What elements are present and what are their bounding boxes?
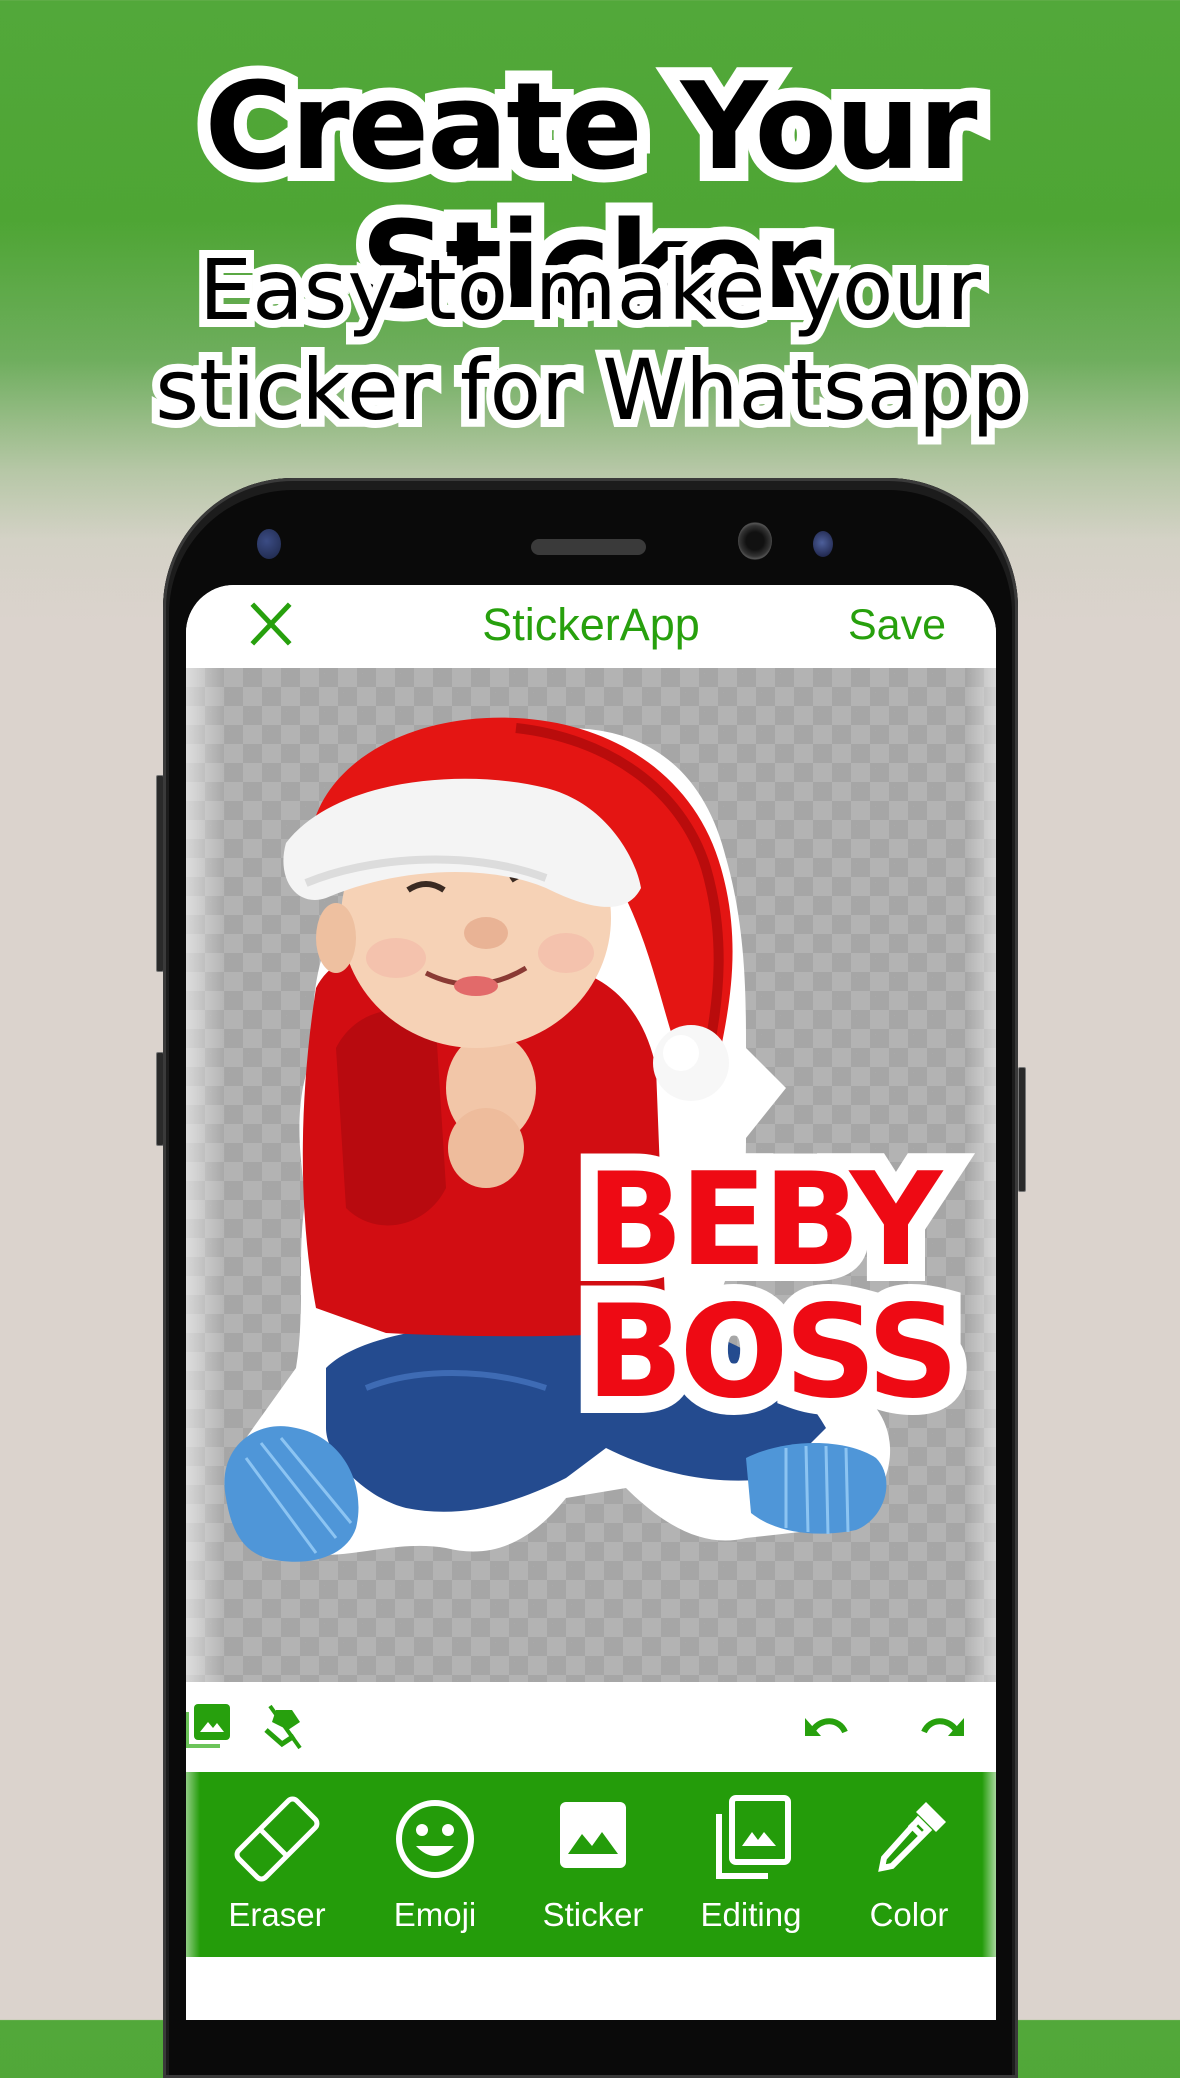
- phone-power-button: [1018, 1067, 1026, 1192]
- layers-off-button[interactable]: [258, 1700, 312, 1754]
- promo-subtitle: Easy to make your sticker for Whatsapp: [0, 233, 1180, 447]
- tool-label: Sticker: [542, 1896, 644, 1933]
- edit-tool-row: [186, 1682, 996, 1772]
- tool-label: Color: [869, 1896, 949, 1933]
- tool-emoji[interactable]: Emoji: [360, 1794, 510, 1944]
- app-screen: StickerApp Save BEBY BOSS Eraser Emoji S…: [186, 585, 996, 2020]
- image-icon: [560, 1802, 626, 1868]
- emoji-icon: [396, 1800, 474, 1878]
- photo-library-icon: [716, 1795, 791, 1879]
- color-picker-icon: [878, 1802, 946, 1872]
- phone-proximity-sensor: [257, 529, 281, 559]
- phone-front-camera-icon: [738, 522, 772, 560]
- save-button[interactable]: Save: [848, 601, 946, 650]
- gallery-icon: [186, 1704, 230, 1748]
- sticker-text-line-1: BEBY: [569, 1138, 959, 1304]
- phone-earpiece: [531, 539, 646, 555]
- tool-color[interactable]: Color: [834, 1794, 984, 1944]
- app-bar: StickerApp Save: [186, 585, 996, 668]
- tool-label: Eraser: [228, 1896, 326, 1933]
- eraser-icon: [234, 1796, 320, 1882]
- tool-sticker[interactable]: Sticker: [518, 1794, 668, 1944]
- tool-eraser[interactable]: Eraser: [202, 1794, 352, 1944]
- sticker-canvas[interactable]: BEBY BOSS: [186, 668, 996, 1682]
- tool-label: Editing: [700, 1896, 802, 1933]
- layers-off-icon: [264, 1704, 302, 1750]
- tool-label: Emoji: [393, 1896, 477, 1933]
- undo-button[interactable]: [799, 1700, 853, 1754]
- promo-subtitle-line-1: Easy to make your: [191, 233, 989, 347]
- bottom-toolbar: Eraser Emoji Sticker Editing Color: [186, 1772, 996, 1957]
- redo-icon: [921, 1718, 964, 1736]
- promo-subtitle-line-2: sticker for Whatsapp: [147, 333, 1033, 447]
- sticker-text-line-2: BOSS: [569, 1270, 976, 1436]
- redo-button[interactable]: [916, 1700, 970, 1754]
- gallery-button[interactable]: [186, 1700, 238, 1754]
- undo-icon: [805, 1718, 848, 1736]
- phone-iris-sensor: [813, 531, 833, 557]
- tool-editing[interactable]: Editing: [676, 1794, 826, 1944]
- sticker-text-overlay[interactable]: BEBY BOSS: [569, 1138, 976, 1436]
